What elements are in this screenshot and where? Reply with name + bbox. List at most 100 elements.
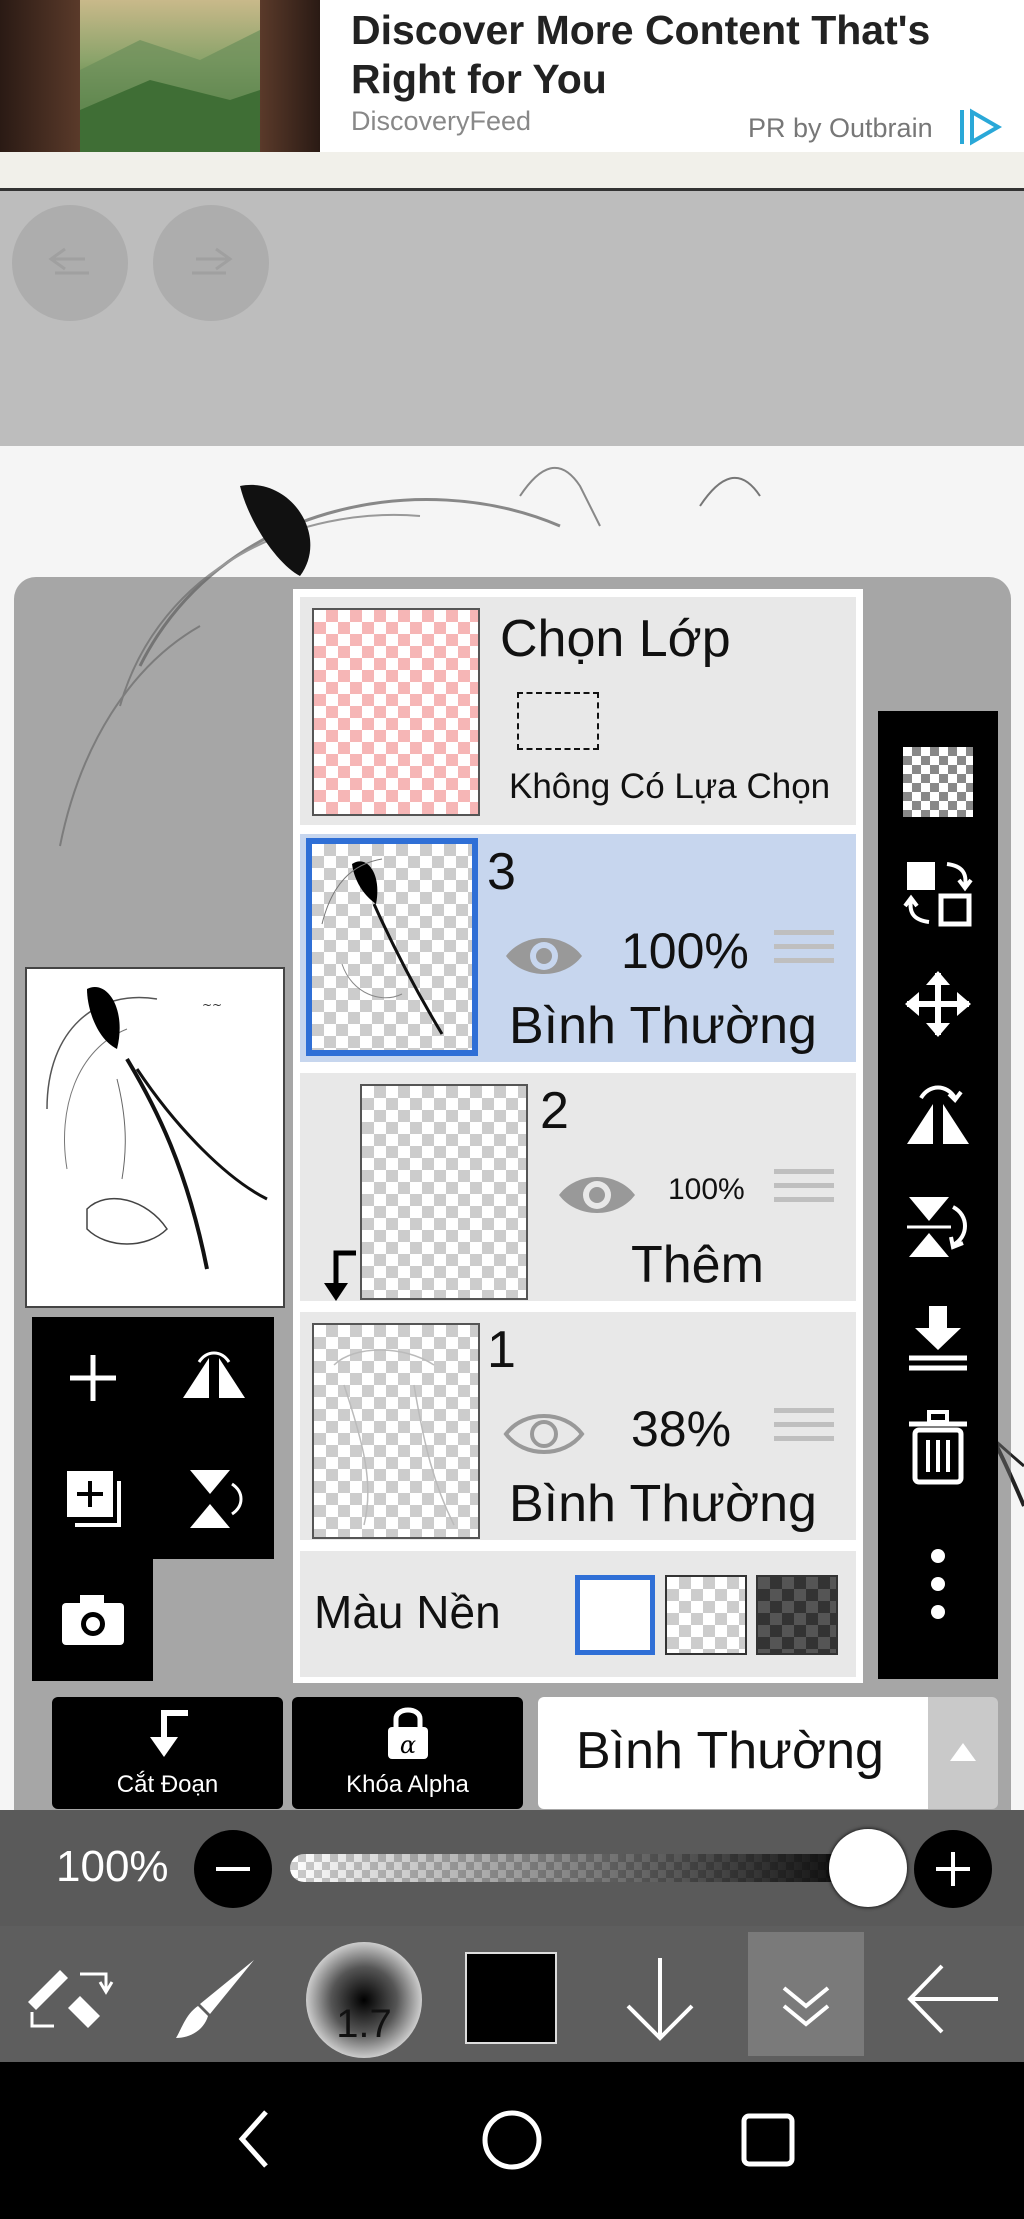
opacity-decrease-button[interactable] (194, 1830, 272, 1908)
system-recents-button[interactable] (730, 2102, 806, 2178)
brush-tool-button[interactable] (170, 1954, 260, 2044)
nav-recents-icon (741, 2113, 795, 2167)
lock-icon: α (388, 1707, 428, 1759)
canvas-navigator-thumbnail[interactable]: ~~ (25, 967, 285, 1308)
background-color-row: Màu Nền (300, 1551, 856, 1677)
add-layer-button[interactable] (32, 1317, 153, 1438)
selection-thumbnail (312, 608, 480, 816)
ad-image[interactable] (0, 0, 320, 152)
layer-blend-mode: Thêm (631, 1236, 764, 1294)
layer-thumbnail (306, 838, 478, 1056)
selection-layer-row[interactable]: Chọn Lớp Không Có Lựa Chọn (300, 597, 856, 825)
import-photo-button[interactable] (32, 1559, 153, 1680)
visibility-eye-icon[interactable] (502, 1404, 586, 1464)
ad-divider (0, 152, 1024, 191)
layer-number: 3 (487, 843, 516, 901)
layer-number: 1 (487, 1321, 516, 1379)
collapse-panel-button[interactable] (748, 1932, 864, 2056)
layer-actions-toolbar (878, 711, 998, 1679)
transparency-button[interactable] (878, 727, 998, 837)
system-navigation-bar (0, 2062, 1024, 2219)
redo-button[interactable] (153, 205, 269, 321)
svg-text:α: α (400, 1731, 416, 1759)
blend-mode-select[interactable]: Bình Thường (538, 1697, 928, 1809)
more-vertical-icon (931, 1549, 945, 1619)
flip-vertical-icon (907, 1197, 967, 1257)
move-arrows-icon (905, 971, 971, 1037)
plus-icon (69, 1354, 116, 1401)
alpha-lock-button[interactable]: α Khóa Alpha (292, 1697, 523, 1809)
swap-layer-button[interactable] (878, 838, 998, 948)
layer-blend-mode: Bình Thường (509, 997, 817, 1055)
trash-icon (909, 1410, 967, 1485)
opacity-increase-button[interactable] (914, 1830, 992, 1908)
visibility-eye-icon[interactable] (555, 1165, 639, 1225)
chevron-up-icon (950, 1743, 976, 1761)
outbrain-logo-icon[interactable] (958, 108, 1002, 146)
undo-button[interactable] (12, 205, 128, 321)
blend-mode-dropdown-button[interactable] (928, 1697, 998, 1809)
system-home-button[interactable] (474, 2102, 550, 2178)
opacity-slider-track[interactable] (290, 1854, 880, 1882)
reorder-handle-icon[interactable] (774, 1169, 834, 1217)
opacity-bar: 100% (0, 1810, 1024, 1926)
more-options-button[interactable] (878, 1504, 998, 1664)
layer-down-button[interactable] (612, 1954, 708, 2044)
layer-blend-mode: Bình Thường (509, 1475, 817, 1533)
selection-marquee-icon (517, 692, 599, 750)
nav-home-icon (482, 2110, 542, 2170)
duplicate-layer-button[interactable] (32, 1438, 153, 1559)
undo-icon (48, 247, 89, 275)
swap-icon (903, 862, 973, 927)
brush-size-button[interactable]: 1.7 (306, 1942, 422, 2058)
camera-icon (61, 1594, 124, 1645)
delete-layer-button[interactable] (878, 1393, 998, 1503)
minus-icon (216, 1867, 250, 1871)
background-color-label: Màu Nền (314, 1586, 501, 1638)
background-white-swatch[interactable] (575, 1575, 655, 1655)
brush-size-value: 1.7 (336, 2002, 392, 2046)
flip-horizontal-icon (182, 1351, 245, 1398)
plus-icon (936, 1852, 970, 1886)
ad-sponsor-label[interactable]: PR by Outbrain (748, 113, 933, 144)
reorder-handle-icon[interactable] (774, 930, 834, 978)
layer-list-panel: Chọn Lớp Không Có Lựa Chọn 3 100% Bình T… (293, 589, 863, 1683)
color-swatch-button[interactable] (465, 1952, 557, 2044)
back-button[interactable] (902, 1954, 1002, 2044)
ad-banner[interactable]: Discover More Content That's Right for Y… (0, 0, 1024, 152)
flip-vertical-button[interactable] (153, 1438, 274, 1559)
alpha-lock-label: Khóa Alpha (346, 1771, 469, 1798)
background-dark-swatch[interactable] (756, 1575, 838, 1655)
move-layer-button[interactable] (878, 949, 998, 1059)
opacity-slider-thumb[interactable] (829, 1829, 907, 1907)
svg-text:~~: ~~ (202, 998, 222, 1012)
clipping-arrow-icon (324, 1250, 356, 1301)
camera-panel (32, 1559, 153, 1681)
layer-row[interactable]: 3 100% Bình Thường (300, 834, 856, 1062)
layer-opacity: 100% (621, 923, 749, 979)
clipping-button[interactable]: Cắt Đoạn (52, 1697, 283, 1809)
ad-title[interactable]: Discover More Content That's Right for Y… (351, 6, 991, 104)
layer-thumbnail (312, 1323, 480, 1539)
clipping-arrow-icon (150, 1710, 188, 1757)
layer-row[interactable]: 1 38% Bình Thường (300, 1312, 856, 1540)
opacity-value: 100% (56, 1842, 169, 1891)
merge-down-button[interactable] (878, 1282, 998, 1392)
redo-icon (192, 247, 233, 275)
system-back-button[interactable] (220, 2102, 294, 2176)
pen-eraser-toggle-button[interactable] (20, 1956, 120, 2040)
background-transparent-swatch[interactable] (665, 1575, 747, 1655)
layer-row[interactable]: 2 100% Thêm (300, 1073, 856, 1301)
artwork-preview: ~~ (46, 987, 268, 1270)
selection-title: Chọn Lớp (500, 610, 731, 668)
flip-vertical-icon (189, 1469, 242, 1528)
visibility-eye-icon[interactable] (502, 926, 586, 986)
flip-horizontal-button[interactable] (153, 1317, 274, 1438)
duplicate-layer-icon (66, 1470, 121, 1527)
arrow-left-icon (907, 1964, 998, 2034)
flip-vertical-button[interactable] (878, 1171, 998, 1281)
pen-eraser-icon (28, 1970, 114, 2028)
flip-horizontal-button[interactable] (878, 1060, 998, 1170)
blend-mode-value: Bình Thường (576, 1722, 884, 1780)
reorder-handle-icon[interactable] (774, 1408, 834, 1456)
